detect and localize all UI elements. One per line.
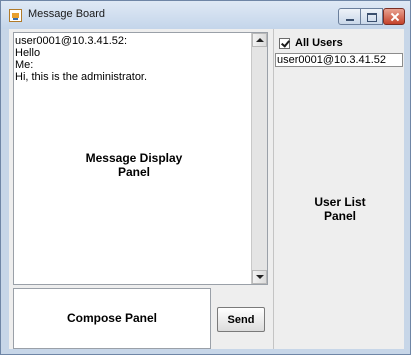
message-board-window: Message Board user0001@10.3.41.52: Hello…: [0, 0, 411, 355]
window-content: user0001@10.3.41.52: Hello Me: Hi, this …: [9, 29, 404, 349]
minimize-icon[interactable]: [338, 8, 361, 25]
send-button[interactable]: Send: [217, 307, 265, 332]
message-line: Me:: [15, 59, 34, 71]
all-users-checkbox[interactable]: [279, 38, 290, 49]
user-list-panel-label: User List Panel: [275, 195, 405, 223]
scroll-down-icon[interactable]: [252, 270, 267, 284]
user-list-item[interactable]: user0001@10.3.41.52: [275, 53, 403, 67]
user-list-area: All Users user0001@10.3.41.52 User List …: [273, 29, 404, 349]
compose-panel-label: Compose Panel: [66, 311, 158, 325]
message-display-label-line1: Message Display: [85, 151, 183, 165]
window-title: Message Board: [28, 8, 106, 20]
message-scrollbar[interactable]: [251, 33, 267, 284]
message-lines: user0001@10.3.41.52: Hello Me: Hi, this …: [15, 35, 253, 83]
all-users-label[interactable]: All Users: [295, 37, 343, 49]
java-cup-icon: [9, 9, 22, 22]
message-display-panel-label: Message Display Panel: [14, 151, 254, 179]
message-line: Hello: [15, 47, 41, 59]
message-line: Hi, this is the administrator.: [15, 71, 148, 83]
scroll-up-icon[interactable]: [252, 33, 267, 47]
message-line: user0001@10.3.41.52:: [15, 35, 128, 47]
message-display-panel[interactable]: user0001@10.3.41.52: Hello Me: Hi, this …: [13, 32, 268, 285]
compose-panel[interactable]: Compose Panel: [13, 288, 211, 349]
user-list-label-line2: Panel: [323, 209, 356, 223]
user-list-label-line1: User List: [314, 195, 366, 209]
maximize-icon[interactable]: [361, 8, 383, 25]
title-bar[interactable]: Message Board: [1, 1, 410, 29]
message-display-label-line2: Panel: [117, 165, 150, 179]
close-icon[interactable]: [383, 8, 405, 25]
user-list-panel[interactable]: user0001@10.3.41.52 User List Panel: [275, 53, 403, 349]
